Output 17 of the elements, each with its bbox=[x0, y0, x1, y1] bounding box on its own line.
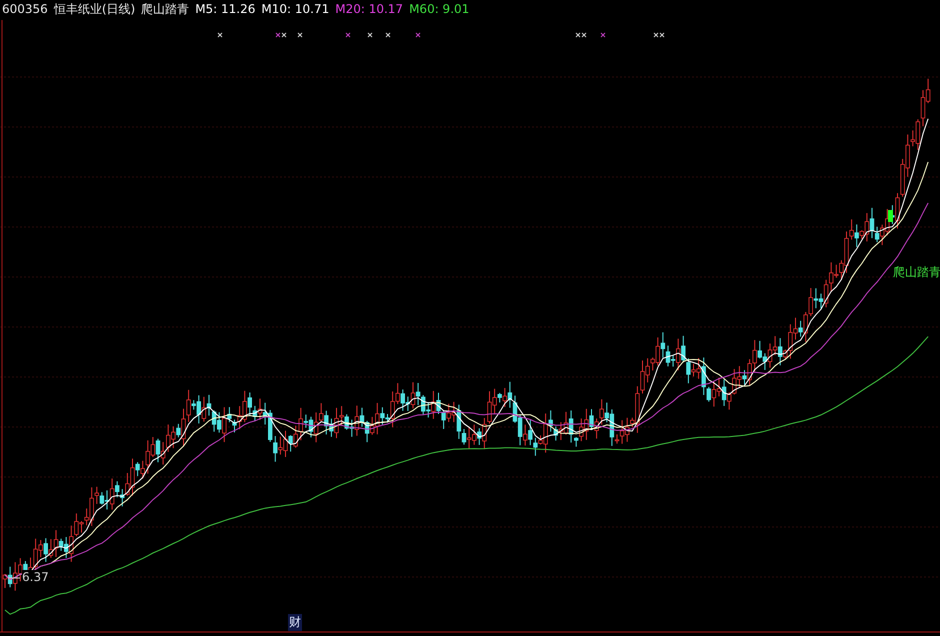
moving-average-reading: M60: 9.01 bbox=[409, 2, 470, 16]
cross-marker-icon bbox=[416, 32, 420, 38]
cross-marker-icon bbox=[218, 32, 222, 38]
stock-title: 恒丰纸业(日线) bbox=[54, 0, 136, 18]
moving-average-reading: M20: 10.17 bbox=[335, 2, 404, 16]
cross-marker-icon bbox=[298, 32, 302, 38]
cross-marker-icon bbox=[386, 32, 390, 38]
finance-badge[interactable]: 财 bbox=[288, 614, 302, 631]
indicator-name: 爬山踏青 bbox=[141, 0, 190, 18]
moving-average-reading: M10: 10.71 bbox=[261, 2, 330, 16]
moving-average-reading: M5: 11.26 bbox=[195, 2, 256, 16]
stock-code: 600356 bbox=[2, 2, 48, 16]
signal-bar bbox=[888, 210, 893, 222]
cross-marker-icon bbox=[368, 32, 372, 38]
cross-marker-icon bbox=[346, 32, 350, 38]
cross-marker-icon bbox=[600, 32, 606, 38]
price-label: 6.37 bbox=[22, 570, 49, 584]
